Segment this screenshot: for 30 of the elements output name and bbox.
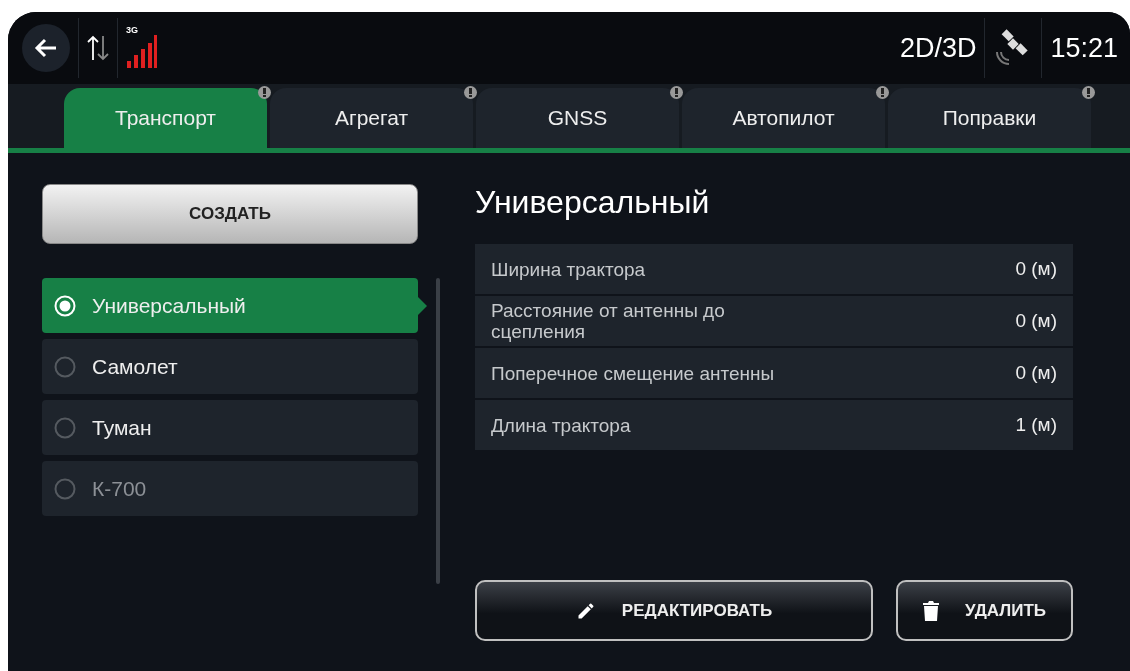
parameter-label: Расстояние от антенны до сцепления bbox=[491, 300, 726, 342]
mode-label: 2D/3D bbox=[899, 32, 977, 64]
parameter-value: 0 (м) bbox=[1015, 362, 1057, 384]
delete-button[interactable]: УДАЛИТЬ bbox=[896, 580, 1073, 641]
profile-name: Универсальный bbox=[92, 293, 246, 318]
profile-title: Универсальный bbox=[475, 184, 711, 222]
back-arrow-icon bbox=[34, 38, 58, 58]
parameter-value: 1 (м) bbox=[1015, 414, 1057, 436]
profile-item[interactable]: Самолет bbox=[42, 339, 418, 394]
selection-pointer bbox=[418, 297, 427, 315]
profile-item[interactable]: Туман bbox=[42, 400, 418, 455]
radio-button[interactable] bbox=[54, 416, 76, 439]
profile-name: Туман bbox=[92, 415, 152, 440]
trash-icon bbox=[922, 600, 939, 621]
radio-button[interactable] bbox=[54, 355, 76, 378]
edit-button[interactable]: РЕДАКТИРОВАТЬ bbox=[475, 580, 873, 641]
parameter-value: 0 (м) bbox=[1015, 310, 1057, 332]
parameter-label: Длина трактора bbox=[491, 414, 632, 436]
data-transfer-icon bbox=[87, 35, 109, 61]
parameter-label: Ширина трактора bbox=[491, 258, 647, 280]
profile-name: К-700 bbox=[92, 476, 147, 501]
back-button[interactable] bbox=[22, 24, 70, 72]
signal-icon bbox=[126, 35, 158, 69]
parameter-value: 0 (м) bbox=[1015, 258, 1057, 280]
profile-name: Самолет bbox=[92, 354, 178, 379]
parameter-label: Поперечное смещение антенны bbox=[491, 362, 776, 384]
scrollbar[interactable] bbox=[436, 278, 440, 584]
create-button[interactable]: СОЗДАТЬ bbox=[42, 184, 418, 244]
clock: 15:21 bbox=[1050, 32, 1118, 64]
network-type: 3G bbox=[126, 25, 138, 35]
